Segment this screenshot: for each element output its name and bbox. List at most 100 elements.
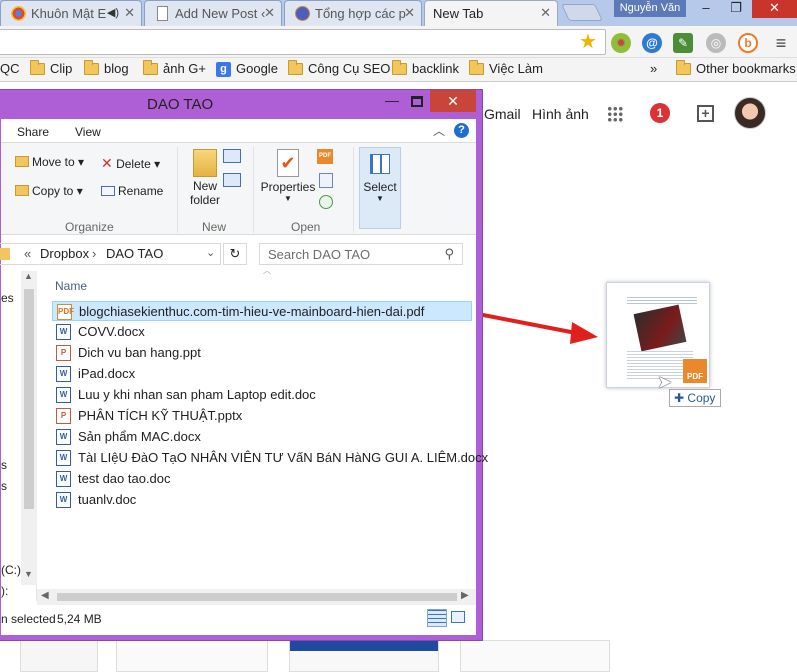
close-window-button[interactable]: ✕ — [752, 0, 797, 18]
explorer-minimize-button[interactable]: — — [385, 92, 399, 108]
scroll-thumb[interactable] — [57, 593, 457, 601]
delete-button[interactable]: ✕ Delete ▾ — [101, 155, 160, 172]
scroll-up-icon[interactable]: ▲ — [24, 271, 33, 281]
tab-2-close-icon[interactable]: ✕ — [264, 5, 275, 21]
bookmark-google[interactable]: g Google — [216, 61, 278, 79]
file-row[interactable]: W Luu y khi nhan san pham Laptop edit.do… — [52, 385, 472, 405]
file-row[interactable]: W tuanlv.doc — [52, 490, 472, 510]
explorer-maximize-button[interactable] — [411, 96, 423, 107]
scroll-left-icon[interactable]: ◀ — [41, 590, 49, 601]
file-row[interactable]: W iPad.docx — [52, 364, 472, 384]
tab-1-close-icon[interactable]: ✕ — [124, 5, 135, 21]
evernote-icon[interactable]: ✎ — [673, 33, 693, 53]
tab-3[interactable]: Tổng hợp các p ✕ — [284, 0, 422, 26]
tab-share[interactable]: Share — [17, 125, 49, 139]
new-group-label: New — [202, 220, 227, 234]
address-crumb-dao-tao[interactable]: DAO TAO — [106, 246, 163, 261]
new-tab-button[interactable] — [561, 4, 603, 21]
file-row[interactable]: W TàI LIệU ĐàO TạO NHÂN VIÊN TƯ VấN BáN … — [52, 448, 488, 468]
address-bar[interactable]: « Dropbox › DAO TAO ⌄ — [0, 243, 221, 265]
history-icon[interactable] — [319, 195, 333, 209]
restore-button[interactable]: ❐ — [722, 0, 750, 18]
rename-button[interactable]: Rename — [101, 184, 163, 198]
file-row[interactable]: P Dich vu ban hang.ppt — [52, 343, 472, 363]
bookmark-clip[interactable]: Clip — [30, 60, 72, 79]
search-input[interactable]: Search DAO TAO ⚲ — [259, 243, 463, 265]
bookmark-backlink[interactable]: backlink — [392, 60, 459, 79]
move-to-button[interactable]: Move to ▾ — [15, 155, 84, 169]
collapse-ribbon-icon[interactable]: ︿ — [433, 122, 445, 139]
tab-1[interactable]: Khuôn Mật E ◀) ✕ — [0, 0, 142, 26]
mainboard-image — [633, 304, 687, 352]
tab-2[interactable]: Add New Post ‹ ✕ — [144, 0, 282, 26]
thumbnail-tile[interactable] — [116, 640, 268, 672]
new-folder-button[interactable]: New folder — [183, 147, 227, 215]
minimize-button[interactable]: – — [692, 0, 720, 18]
other-bookmarks[interactable]: Other bookmarks — [676, 60, 796, 79]
tab-view[interactable]: View — [75, 125, 101, 139]
refresh-button[interactable]: ↻ — [223, 243, 247, 265]
apps-grid-icon[interactable] — [607, 106, 623, 122]
bookmark-blog[interactable]: blog — [84, 60, 129, 79]
file-horizontal-scrollbar[interactable]: ◀ ▶ — [37, 589, 476, 605]
address-dropdown-icon[interactable]: ⌄ — [206, 246, 215, 259]
nav-item[interactable]: es — [1, 291, 14, 305]
share-plus-icon[interactable]: + — [697, 105, 714, 122]
b-extension-icon[interactable]: b — [738, 33, 758, 53]
omnibox[interactable] — [0, 29, 606, 55]
menu-icon[interactable]: ≡ — [771, 33, 791, 53]
large-icons-view-icon[interactable] — [451, 611, 465, 623]
nav-item[interactable]: (C:) — [1, 563, 21, 577]
edit-icon[interactable] — [319, 173, 333, 188]
bookmark-qc[interactable]: QC — [0, 61, 20, 79]
new-item-icon[interactable] — [223, 149, 241, 163]
avatar[interactable] — [734, 97, 766, 129]
notifications-badge[interactable]: 1 — [650, 103, 670, 123]
folder-icon — [469, 60, 484, 75]
nav-item[interactable]: s — [1, 458, 7, 472]
pdf-open-icon[interactable]: PDF — [317, 149, 333, 164]
file-row[interactable]: PDF blogchiasekienthuc.com-tim-hieu-ve-m… — [52, 301, 472, 321]
thumbnail-tile[interactable] — [289, 640, 439, 672]
column-header-name[interactable]: Name — [55, 279, 87, 293]
help-icon[interactable]: ? — [454, 123, 469, 138]
profile-name[interactable]: Nguyễn Văn — [614, 0, 686, 17]
tab-4[interactable]: New Tab ✕ — [424, 0, 558, 26]
file-row[interactable]: P PHÂN TÍCH KỸ THUẬT.pptx — [52, 406, 472, 426]
folder-icon — [392, 60, 407, 75]
select-button[interactable]: Select ▼ — [359, 147, 401, 229]
gmail-link[interactable]: Gmail — [484, 106, 521, 122]
bookmark-cong-cu-seo[interactable]: Công Cụ SEO — [288, 60, 390, 79]
nav-vertical-scrollbar[interactable]: ▲ ▼ — [21, 271, 37, 585]
scroll-down-icon[interactable]: ▼ — [24, 569, 33, 579]
tab-4-close-icon[interactable]: ✕ — [540, 5, 551, 21]
images-link[interactable]: Hình ảnh — [532, 106, 589, 122]
thumbnail-tile[interactable] — [20, 640, 98, 672]
explorer-titlebar[interactable]: DAO TAO — ✕ — [0, 90, 482, 118]
thumbnail-tile[interactable] — [460, 640, 610, 672]
details-view-icon[interactable] — [427, 609, 447, 627]
bookmark-star-icon[interactable]: ★ — [578, 32, 598, 53]
scroll-thumb[interactable] — [24, 289, 34, 509]
bookmarks-overflow[interactable]: » — [650, 61, 657, 79]
properties-button[interactable]: ✔ Properties ▼ — [259, 147, 317, 215]
bookmark-anh-g[interactable]: ảnh G+ — [143, 60, 206, 79]
nav-item[interactable]: ): — [1, 584, 8, 598]
address-crumb-dropbox[interactable]: Dropbox — [40, 246, 89, 261]
file-row[interactable]: W test dao tao.doc — [52, 469, 472, 489]
nav-item[interactable]: s — [1, 479, 7, 493]
speaker-icon[interactable]: ◀) — [107, 6, 119, 19]
scroll-right-icon[interactable]: ▶ — [461, 590, 469, 601]
bookmark-viec-lam[interactable]: Việc Làm — [469, 60, 543, 79]
explorer-close-button[interactable]: ✕ — [430, 90, 476, 112]
copy-to-button[interactable]: Copy to ▾ — [15, 184, 83, 198]
file-row[interactable]: W Sản phẩm MAC.docx — [52, 427, 472, 447]
chevron-down-icon: ▼ — [284, 194, 292, 203]
easy-access-icon[interactable] — [223, 173, 241, 187]
tab-3-close-icon[interactable]: ✕ — [404, 5, 415, 21]
at-sign-icon[interactable]: @ — [642, 33, 662, 53]
extension-gear-icon[interactable]: ✹ — [611, 33, 631, 53]
file-row[interactable]: W COVV.docx — [52, 322, 472, 342]
tab-4-title: New Tab — [433, 6, 484, 21]
circle-extension-icon[interactable]: ◎ — [706, 33, 726, 53]
